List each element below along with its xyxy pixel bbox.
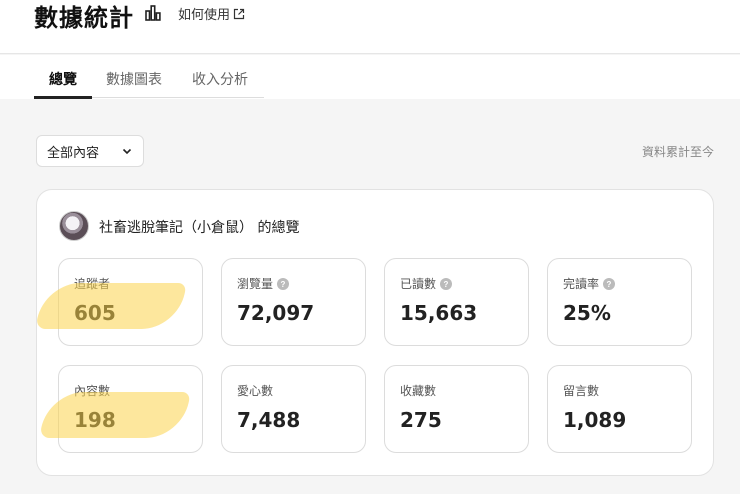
stat-value: 198 — [74, 408, 116, 432]
page-title: 數據統計 — [34, 4, 134, 32]
stat-label: 內容數 — [74, 384, 111, 398]
content-filter-dropdown[interactable]: 全部內容 — [36, 135, 144, 167]
stat-value: 15,663 — [400, 301, 478, 325]
stat-value: 7,488 — [237, 408, 301, 432]
active-tab-indicator — [34, 96, 92, 99]
stat-card-reads[interactable]: 已讀數 ? 15,663 — [384, 258, 529, 346]
stat-label: 留言數 — [563, 384, 600, 398]
page-header: 數據統計 如何使用 — [0, 0, 740, 54]
stat-card-comments[interactable]: 留言數 1,089 — [547, 365, 692, 453]
how-to-use-label: 如何使用 — [178, 8, 231, 23]
avatar — [59, 211, 89, 241]
stat-value: 275 — [400, 408, 442, 432]
cumulative-note: 資料累計至今 — [641, 145, 714, 159]
svg-text:?: ? — [281, 280, 286, 289]
how-to-use-link[interactable]: 如何使用 — [178, 4, 245, 23]
stat-label: 收藏數 — [400, 384, 437, 398]
stat-card-views[interactable]: 瀏覽量 ? 72,097 — [221, 258, 366, 346]
stat-label: 完讀率 — [563, 277, 600, 291]
stat-value: 1,089 — [563, 408, 627, 432]
stat-value: 25% — [563, 301, 611, 325]
svg-text:?: ? — [444, 280, 449, 289]
svg-text:?: ? — [607, 280, 612, 289]
external-link-icon — [233, 8, 245, 19]
tab-data-charts[interactable]: 數據圖表 — [106, 69, 162, 89]
help-icon[interactable]: ? — [440, 277, 453, 290]
overview-card: 社畜逃脫筆記（小倉鼠） 的總覽 追蹤者 605 瀏覽量 ? 72,097 已讀數… — [36, 189, 714, 476]
tab-bar: 總覽 數據圖表 收入分析 — [0, 55, 740, 99]
overview-title: 社畜逃脫筆記（小倉鼠） 的總覽 — [99, 220, 300, 236]
stat-card-followers[interactable]: 追蹤者 605 — [58, 258, 203, 346]
stat-card-completion-rate[interactable]: 完讀率 ? 25% — [547, 258, 692, 346]
stat-label: 愛心數 — [237, 384, 274, 398]
stat-card-content-count[interactable]: 內容數 198 — [58, 365, 203, 453]
stat-value: 72,097 — [237, 301, 315, 325]
content-filter-value: 全部內容 — [47, 145, 100, 161]
tab-income-analysis[interactable]: 收入分析 — [192, 69, 248, 89]
stat-label: 瀏覽量 — [237, 277, 274, 291]
stat-card-likes[interactable]: 愛心數 7,488 — [221, 365, 366, 453]
stat-card-bookmarks[interactable]: 收藏數 275 — [384, 365, 529, 453]
help-icon[interactable]: ? — [277, 277, 290, 290]
help-icon[interactable]: ? — [603, 277, 616, 290]
bar-chart-icon — [145, 5, 161, 21]
stat-label: 已讀數 — [400, 277, 437, 291]
stat-value: 605 — [74, 301, 116, 325]
chevron-down-icon — [122, 148, 132, 155]
stat-label: 追蹤者 — [74, 277, 111, 291]
tab-overview[interactable]: 總覽 — [49, 69, 77, 89]
